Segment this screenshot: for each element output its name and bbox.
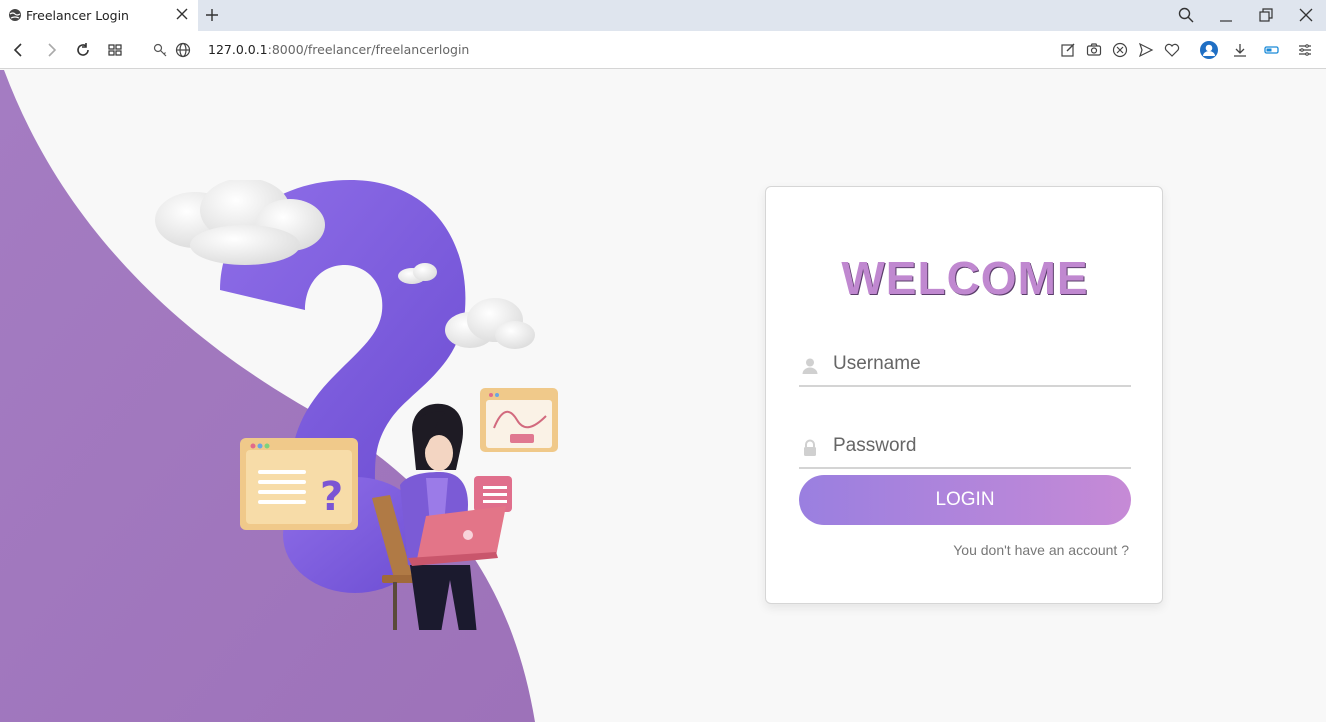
- heart-icon[interactable]: [1163, 41, 1181, 59]
- new-tab-icon[interactable]: [203, 6, 221, 24]
- send-icon[interactable]: [1137, 41, 1155, 59]
- site-globe-icon[interactable]: [174, 41, 192, 59]
- reload-icon[interactable]: [74, 41, 92, 59]
- url-path: :8000/freelancer/freelancerlogin: [267, 42, 470, 57]
- forward-icon[interactable]: [42, 41, 60, 59]
- password-field[interactable]: Password: [799, 417, 1131, 469]
- globe-icon: [9, 9, 21, 21]
- username-placeholder: Username: [833, 353, 921, 374]
- profile-avatar-icon[interactable]: [1199, 40, 1219, 60]
- edit-icon[interactable]: [1059, 41, 1077, 59]
- password-placeholder: Password: [833, 435, 917, 456]
- lock-icon: [804, 439, 816, 456]
- login-button[interactable]: LOGIN: [799, 475, 1131, 525]
- page-content: ? WELCOME Username Password LOGIN You do…: [0, 70, 1326, 722]
- faq-window-card: ?: [240, 438, 358, 530]
- menu-icon[interactable]: [1296, 41, 1314, 59]
- username-field[interactable]: Username: [799, 335, 1131, 387]
- battery-saver-icon[interactable]: [1263, 41, 1281, 59]
- browser-tab[interactable]: Freelancer Login: [0, 0, 198, 31]
- welcome-heading: WELCOME: [841, 252, 1089, 304]
- freelancer-illustration: ?: [155, 180, 558, 630]
- address-bar[interactable]: 127.0.0.1:8000/freelancer/freelancerlogi…: [208, 42, 469, 57]
- close-window-icon[interactable]: [1298, 7, 1314, 23]
- browser-title-bar: Freelancer Login: [0, 0, 1326, 31]
- download-icon[interactable]: [1231, 41, 1249, 59]
- search-icon[interactable]: [1178, 7, 1194, 23]
- signup-link[interactable]: You don't have an account ?: [953, 542, 1129, 558]
- back-icon[interactable]: [10, 41, 28, 59]
- tab-grid-icon[interactable]: [106, 41, 124, 59]
- tab-title: Freelancer Login: [26, 8, 129, 23]
- chart-window-card: [480, 388, 558, 452]
- user-icon: [802, 358, 818, 374]
- browser-toolbar: 127.0.0.1:8000/freelancer/freelancerlogi…: [0, 31, 1326, 69]
- close-tab-icon[interactable]: [175, 7, 189, 21]
- login-card: WELCOME Username Password LOGIN You don'…: [765, 186, 1163, 604]
- message-card: [474, 476, 512, 512]
- minimize-icon[interactable]: [1218, 7, 1234, 23]
- url-host: 127.0.0.1: [208, 42, 268, 57]
- block-icon[interactable]: [1111, 41, 1129, 59]
- key-icon[interactable]: [152, 41, 170, 59]
- restore-icon[interactable]: [1258, 7, 1274, 23]
- camera-icon[interactable]: [1085, 41, 1103, 59]
- svg-text:?: ?: [320, 474, 343, 520]
